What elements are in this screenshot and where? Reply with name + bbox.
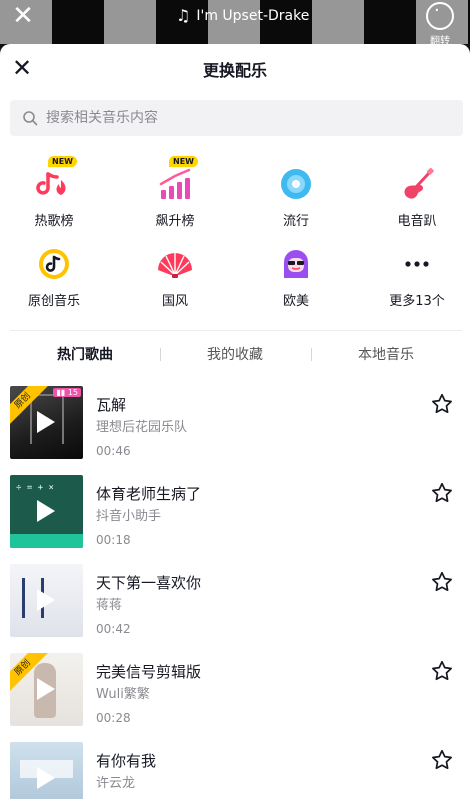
song-title: 瓦解	[96, 396, 127, 414]
favorite-star-icon[interactable]	[430, 659, 454, 683]
category-more[interactable]: 更多13个	[372, 244, 462, 309]
page-title: 更换配乐	[202, 61, 267, 80]
song-cover[interactable]	[10, 742, 83, 799]
category-label: 更多13个	[389, 294, 445, 309]
cover-art-chalk: ÷ = + ×	[16, 483, 54, 493]
rank-number: 15	[67, 388, 78, 397]
category-western[interactable]: 欧美	[251, 244, 341, 309]
flip-button[interactable]: 翻转	[420, 0, 460, 44]
rising-chart-icon	[159, 168, 191, 199]
new-badge: NEW	[169, 156, 198, 167]
song-title: 有你有我	[96, 752, 157, 770]
play-icon	[37, 589, 55, 611]
music-note-icon: ♫	[176, 6, 191, 25]
song-duration: 00:46	[96, 444, 131, 458]
song-title: 体育老师生病了	[96, 485, 202, 503]
section-divider	[10, 330, 462, 331]
cover-art	[10, 534, 83, 548]
panel-header: ✕ 更换配乐	[0, 44, 470, 92]
flip-camera-icon	[426, 0, 454, 30]
song-cover[interactable]: 原创 ▮▮ 15	[10, 386, 83, 459]
close-video-icon[interactable]: ✕	[8, 2, 38, 32]
flip-label: 翻转	[430, 36, 450, 44]
song-row[interactable]: ÷ = + × 体育老师生病了 抖音小助手 00:18	[0, 475, 470, 551]
song-row[interactable]: 天下第一喜欢你 蒋蒋 00:42	[0, 564, 470, 640]
song-artist: 蒋蒋	[96, 598, 123, 613]
tab-favorites[interactable]: 我的收藏	[160, 344, 310, 364]
song-duration: 00:18	[96, 533, 131, 547]
song-title: 天下第一喜欢你	[96, 574, 202, 592]
original-music-icon	[39, 249, 69, 279]
song-cover[interactable]: 原创	[10, 653, 83, 726]
rank-badge: ▮▮ 15	[53, 388, 81, 397]
song-artist: Wuli繁繁	[96, 687, 150, 702]
song-artist: 抖音小助手	[96, 509, 162, 524]
category-hot[interactable]: NEW 热歌榜	[9, 156, 99, 229]
category-label: 飙升榜	[155, 214, 195, 229]
favorite-star-icon[interactable]	[430, 481, 454, 505]
song-duration: 00:42	[96, 622, 131, 636]
category-label: 国风	[161, 294, 188, 309]
music-tabs: 热门歌曲 我的收藏 本地音乐	[0, 340, 470, 370]
song-artist: 理想后花园乐队	[96, 420, 188, 435]
category-chinese-style[interactable]: 国风	[130, 244, 220, 309]
category-label: 原创音乐	[27, 294, 80, 309]
music-selection-panel: ✕ 更换配乐 NEW 热歌榜	[0, 44, 470, 799]
new-badge: NEW	[48, 156, 77, 167]
tab-local-music[interactable]: 本地音乐	[311, 344, 461, 364]
favorite-star-icon[interactable]	[430, 570, 454, 594]
category-edm[interactable]: 电音趴	[372, 164, 462, 229]
video-preview-bar: ✕ ♫ I'm Upset-Drake 翻转	[0, 0, 470, 44]
favorite-star-icon[interactable]	[430, 392, 454, 416]
hot-chart-icon	[36, 172, 66, 195]
category-pop[interactable]: 流行	[251, 164, 341, 229]
song-cover[interactable]: ÷ = + ×	[10, 475, 83, 548]
song-duration: 00:28	[96, 711, 131, 725]
category-label: 流行	[282, 214, 309, 229]
play-icon	[37, 411, 55, 433]
song-cover[interactable]	[10, 564, 83, 637]
search-bar[interactable]	[10, 100, 463, 136]
play-icon	[37, 767, 55, 789]
play-icon	[37, 678, 55, 700]
category-original[interactable]: 原创音乐	[9, 244, 99, 309]
song-row[interactable]: 有你有我 许云龙	[0, 742, 470, 799]
search-input[interactable]	[46, 110, 426, 126]
song-artist: 许云龙	[96, 776, 136, 791]
tab-hot-songs[interactable]: 热门歌曲	[10, 344, 160, 364]
play-icon	[37, 500, 55, 522]
fan-icon	[158, 253, 192, 278]
song-title: 完美信号剪辑版	[96, 663, 202, 681]
current-music[interactable]: ♫ I'm Upset-Drake	[176, 6, 309, 25]
guitar-icon	[404, 167, 434, 199]
category-rising[interactable]: NEW 飙升榜	[130, 156, 220, 229]
category-label: 热歌榜	[34, 214, 74, 229]
song-row[interactable]: 原创 ▮▮ 15 瓦解 理想后花园乐队 00:46	[0, 386, 470, 462]
pop-disc-icon	[281, 169, 311, 199]
category-label: 欧美	[282, 294, 309, 309]
western-avatar-icon	[284, 250, 308, 278]
favorite-star-icon[interactable]	[430, 748, 454, 772]
search-icon	[23, 111, 38, 126]
more-icon	[405, 261, 429, 267]
song-row[interactable]: 原创 完美信号剪辑版 Wuli繁繁 00:28	[0, 653, 470, 729]
category-label: 电音趴	[397, 214, 437, 229]
current-music-label: I'm Upset-Drake	[196, 7, 310, 24]
